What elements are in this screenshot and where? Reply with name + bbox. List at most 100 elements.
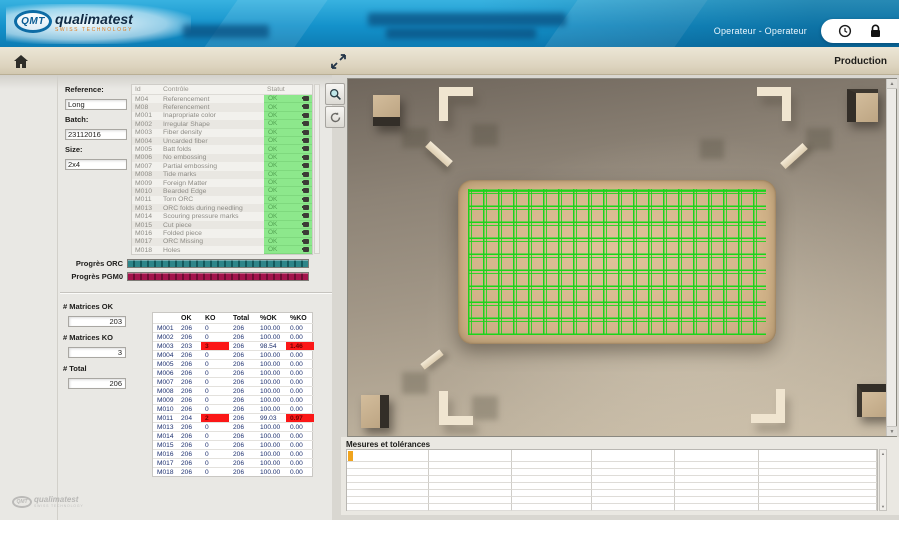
expand-view-button[interactable] bbox=[326, 50, 350, 73]
control-row[interactable]: M008 Tide marks OK bbox=[132, 171, 312, 179]
measure-cell bbox=[347, 450, 429, 462]
control-status-badge: OK bbox=[264, 103, 312, 111]
camera-icon[interactable] bbox=[303, 96, 309, 101]
field-input[interactable] bbox=[65, 159, 127, 170]
scroll-down-arrow[interactable]: ▼ bbox=[887, 426, 897, 436]
scroll-up-arrow[interactable]: ▲ bbox=[887, 79, 897, 89]
scroll-up-arrow[interactable]: ▲ bbox=[880, 450, 886, 457]
camera-icon[interactable] bbox=[303, 130, 309, 135]
rotate-tool-button[interactable] bbox=[325, 106, 345, 128]
counter-input[interactable] bbox=[68, 378, 126, 389]
control-status-badge: OK bbox=[264, 179, 312, 187]
camera-icon[interactable] bbox=[303, 155, 309, 160]
control-row[interactable]: M015 Cut piece OK bbox=[132, 221, 312, 229]
camera-icon[interactable] bbox=[303, 172, 309, 177]
stat-ko: 0 bbox=[201, 395, 229, 404]
control-row[interactable]: M017 ORC Missing OK bbox=[132, 238, 312, 246]
control-row[interactable]: M04 Referencement OK bbox=[132, 95, 312, 103]
control-status-badge: OK bbox=[264, 129, 312, 137]
measures-scrollbar[interactable]: ▲ ▼ bbox=[879, 449, 887, 511]
control-row[interactable]: M016 Folded piece OK bbox=[132, 229, 312, 237]
stat-ok: 206 bbox=[177, 395, 201, 404]
control-id: M014 bbox=[132, 213, 160, 220]
control-status-text: OK bbox=[268, 229, 277, 236]
stat-pok: 100.00 bbox=[256, 467, 286, 476]
image-vertical-scrollbar[interactable]: ▲ ▼ bbox=[886, 79, 896, 436]
control-id: M017 bbox=[132, 238, 160, 245]
control-row[interactable]: M003 Fiber density OK bbox=[132, 129, 312, 137]
stat-ko: 2 bbox=[201, 413, 229, 422]
camera-icon[interactable] bbox=[303, 230, 309, 235]
control-row[interactable]: M005 Batt folds OK bbox=[132, 145, 312, 153]
control-status-text: OK bbox=[268, 112, 277, 119]
zoom-tool-button[interactable] bbox=[325, 83, 345, 105]
control-row[interactable]: M011 Torn ORC OK bbox=[132, 196, 312, 204]
camera-icon[interactable] bbox=[303, 146, 309, 151]
stat-pok: 100.00 bbox=[256, 395, 286, 404]
camera-icon[interactable] bbox=[303, 247, 309, 252]
camera-icon[interactable] bbox=[303, 197, 309, 202]
stat-total: 206 bbox=[229, 458, 256, 467]
measure-cell bbox=[759, 476, 877, 483]
stat-id: M014 bbox=[153, 431, 177, 440]
measures-grid bbox=[346, 449, 878, 511]
control-status-text: OK bbox=[268, 179, 277, 186]
control-row[interactable]: M001 Inapropriate color OK bbox=[132, 112, 312, 120]
counter-field: # Matrices OK bbox=[63, 302, 129, 329]
camera-icon[interactable] bbox=[303, 205, 309, 210]
field-input[interactable] bbox=[65, 129, 127, 140]
camera-icon[interactable] bbox=[303, 239, 309, 244]
control-status-badge: OK bbox=[264, 171, 312, 179]
watermark-brand: qualimatest bbox=[34, 496, 84, 504]
counter-input[interactable] bbox=[68, 347, 126, 358]
camera-icon[interactable] bbox=[303, 163, 309, 168]
camera-icon[interactable] bbox=[303, 121, 309, 126]
stat-total: 206 bbox=[229, 404, 256, 413]
inspection-grid-overlay bbox=[468, 189, 766, 335]
clock-icon[interactable] bbox=[837, 23, 853, 39]
control-name: ORC Missing bbox=[160, 238, 264, 245]
control-row[interactable]: M014 Scouring pressure marks OK bbox=[132, 212, 312, 220]
stat-total: 206 bbox=[229, 422, 256, 431]
stats-row: M005 206 0 206 100.00 0.00 bbox=[153, 359, 312, 368]
control-row[interactable]: M002 Irregular Shape OK bbox=[132, 120, 312, 128]
stat-ok: 206 bbox=[177, 458, 201, 467]
camera-icon[interactable] bbox=[303, 180, 309, 185]
control-row[interactable]: M007 Partial embossing OK bbox=[132, 162, 312, 170]
control-row[interactable]: M004 Uncarded fiber OK bbox=[132, 137, 312, 145]
stat-total: 206 bbox=[229, 467, 256, 476]
stat-ko: 0 bbox=[201, 359, 229, 368]
camera-icon[interactable] bbox=[303, 213, 309, 218]
counter-input[interactable] bbox=[68, 316, 126, 327]
measure-cell bbox=[429, 483, 512, 490]
measure-cell bbox=[759, 462, 877, 469]
control-row[interactable]: M08 Referencement OK bbox=[132, 103, 312, 111]
lock-icon[interactable] bbox=[867, 23, 883, 39]
progress-section: Progrès ORC Progrès PGM0 bbox=[4, 259, 313, 285]
measure-cell bbox=[592, 490, 675, 497]
control-row[interactable]: M009 Foreign Matter OK bbox=[132, 179, 312, 187]
control-row[interactable]: M013 ORC folds during needling OK bbox=[132, 204, 312, 212]
control-row[interactable]: M006 No embossing OK bbox=[132, 154, 312, 162]
camera-icon[interactable] bbox=[303, 113, 309, 118]
camera-icon[interactable] bbox=[303, 188, 309, 193]
camera-icon[interactable] bbox=[303, 104, 309, 109]
stat-pko: 0.00 bbox=[286, 332, 314, 341]
inspection-photo[interactable] bbox=[348, 79, 887, 436]
scroll-down-arrow[interactable]: ▼ bbox=[880, 503, 886, 510]
control-name: Tide marks bbox=[160, 171, 264, 178]
control-row[interactable]: M018 Holes OK bbox=[132, 246, 312, 254]
control-status-text: OK bbox=[268, 196, 277, 203]
home-button[interactable] bbox=[9, 50, 33, 72]
controls-scrollbar[interactable] bbox=[314, 84, 320, 254]
control-status-text: OK bbox=[268, 171, 277, 178]
stat-id: M003 bbox=[153, 341, 177, 350]
camera-icon[interactable] bbox=[303, 138, 309, 143]
camera-icon[interactable] bbox=[303, 222, 309, 227]
control-status-badge: OK bbox=[264, 212, 312, 220]
measures-panel: Mesures et tolérances ▲ ▼ bbox=[341, 437, 899, 515]
stat-id: M004 bbox=[153, 350, 177, 359]
measure-cell bbox=[592, 450, 675, 462]
field-input[interactable] bbox=[65, 99, 127, 110]
control-row[interactable]: M010 Bearded Edge OK bbox=[132, 187, 312, 195]
